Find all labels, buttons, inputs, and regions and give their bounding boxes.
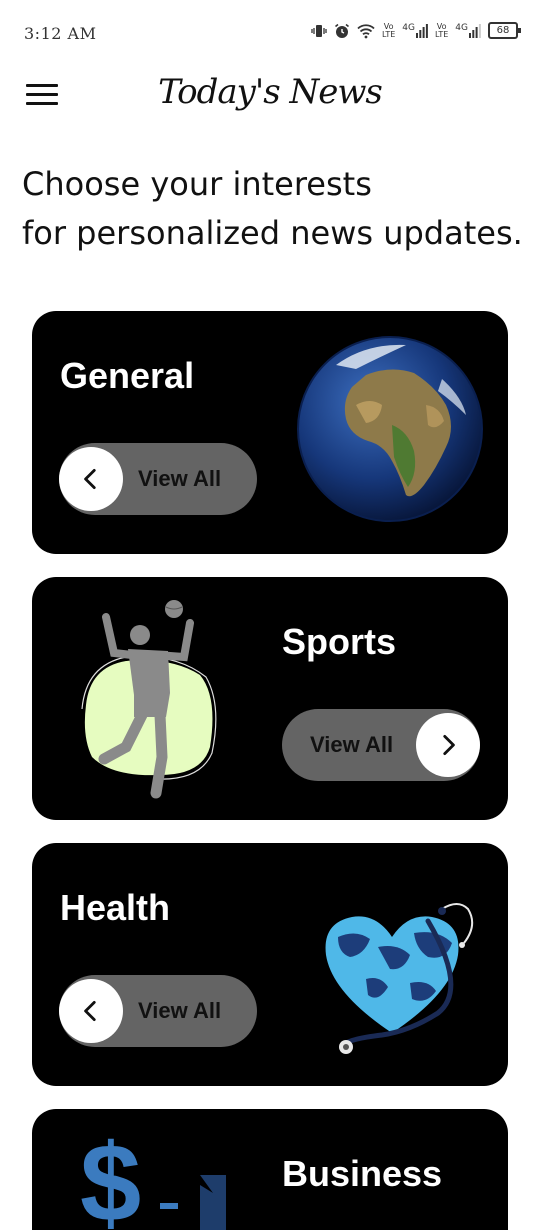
signal-1: 4G bbox=[402, 22, 428, 38]
dollar-chart-illustration: $ bbox=[80, 1121, 230, 1230]
battery-icon: 68 bbox=[488, 22, 521, 39]
status-bar: 3:12 AM Vo LTE 4G Vo LTE 4G 68 bbox=[0, 0, 540, 66]
view-all-button[interactable]: View All bbox=[282, 709, 480, 781]
app-logo: Today's News bbox=[158, 72, 383, 112]
headline-line-2: for personalized news updates. bbox=[22, 214, 523, 252]
view-all-button[interactable]: View All bbox=[59, 443, 257, 515]
globe-illustration bbox=[296, 335, 484, 523]
status-icons: Vo LTE 4G Vo LTE 4G 68 bbox=[311, 21, 521, 39]
net-4g-2-label: 4G bbox=[455, 22, 468, 33]
category-title: General bbox=[60, 355, 195, 396]
category-card-sports[interactable]: Sports View All bbox=[32, 577, 508, 820]
wifi-icon bbox=[357, 23, 375, 38]
view-all-label: View All bbox=[138, 466, 222, 491]
svg-text:$: $ bbox=[80, 1122, 141, 1230]
category-card-health[interactable]: Health View All bbox=[32, 843, 508, 1086]
heart-globe-stethoscope-illustration bbox=[318, 899, 494, 1059]
signal-2: 4G bbox=[455, 22, 481, 38]
chevron-left-icon bbox=[59, 447, 123, 511]
chevron-right-icon bbox=[416, 713, 480, 777]
volte-1-label: Vo LTE bbox=[382, 21, 396, 39]
view-all-button[interactable]: View All bbox=[59, 975, 257, 1047]
alarm-icon bbox=[335, 23, 349, 38]
category-title: Sports bbox=[282, 621, 397, 662]
app-bar: Today's News bbox=[0, 66, 540, 126]
vibrate-icon bbox=[311, 24, 327, 37]
signal-bars-icon bbox=[469, 23, 481, 38]
page-headline: Choose your interests for personalized n… bbox=[22, 160, 532, 258]
headline-line-1: Choose your interests bbox=[22, 165, 372, 203]
view-all-label: View All bbox=[310, 732, 394, 757]
volleyball-player-illustration bbox=[76, 597, 226, 807]
status-time: 3:12 AM bbox=[24, 24, 97, 43]
net-4g-1-label: 4G bbox=[402, 22, 415, 33]
chevron-left-icon bbox=[59, 979, 123, 1043]
view-all-label: View All bbox=[138, 998, 222, 1023]
category-title: Health bbox=[60, 887, 171, 928]
category-card-general[interactable]: General View All bbox=[32, 311, 508, 554]
category-title: Business bbox=[282, 1153, 443, 1194]
category-card-business[interactable]: Business $ bbox=[32, 1109, 508, 1230]
signal-bars-icon bbox=[416, 23, 428, 38]
volte-2-label: Vo LTE bbox=[435, 21, 449, 39]
